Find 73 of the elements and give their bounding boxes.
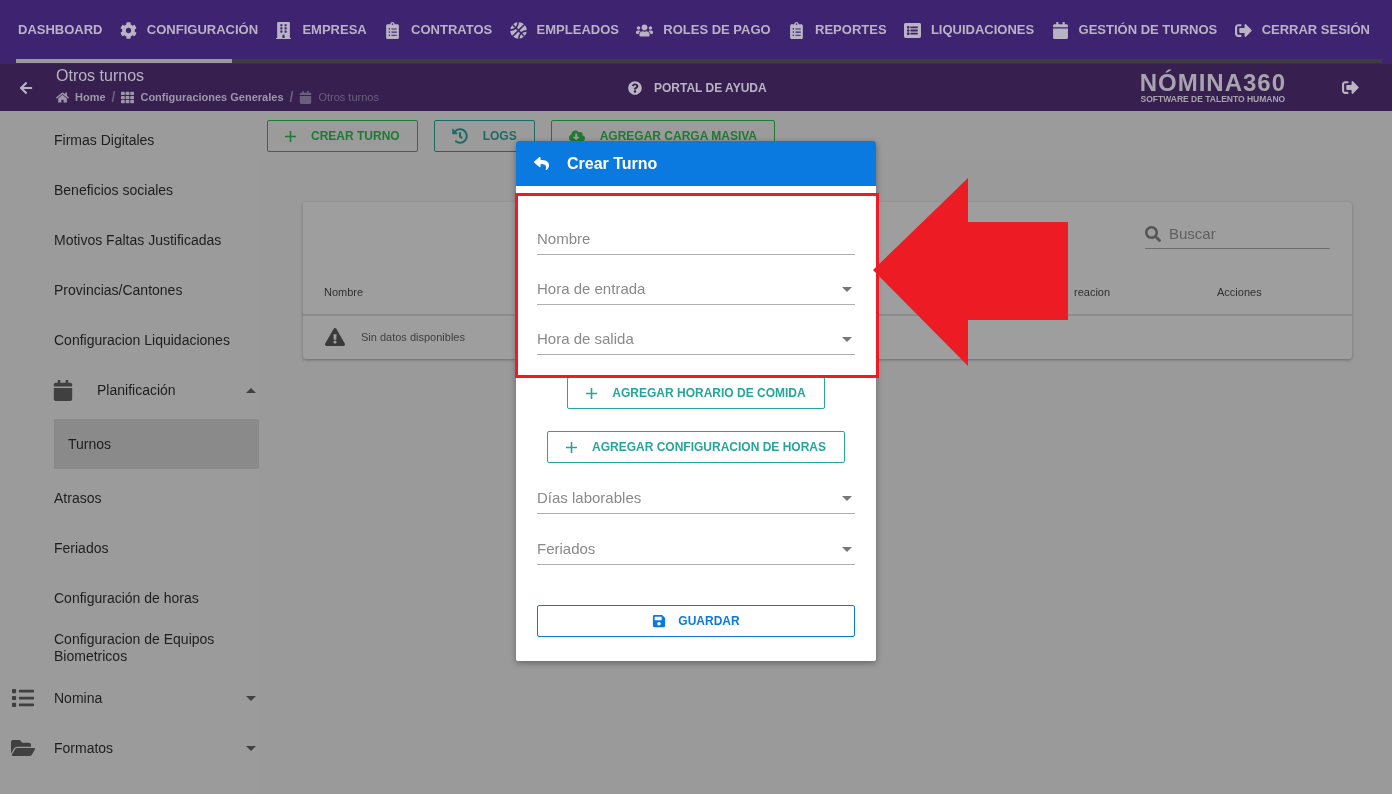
breadcrumb-separator: / xyxy=(111,88,116,107)
nav-link[interactable]: CONTRATOS xyxy=(384,20,493,40)
sidebar-item[interactable]: Turnos xyxy=(54,419,259,469)
save-button[interactable]: GUARDAR xyxy=(537,605,855,637)
sidebar-item[interactable]: Provincias/Cantones xyxy=(0,265,259,315)
page-title: Otros turnos xyxy=(56,67,146,85)
empty-message: Sin datos disponibles xyxy=(361,329,465,345)
select-field[interactable]: Feriados xyxy=(537,535,855,565)
dialog-title: Crear Turno xyxy=(567,153,658,174)
calendar-icon xyxy=(53,379,73,401)
gear-icon xyxy=(119,21,137,39)
plus-icon xyxy=(285,130,296,142)
nav-link[interactable]: CONFIGURACIÓN xyxy=(119,20,259,40)
clipboard-icon xyxy=(384,21,402,39)
sidebar-item[interactable]: Motivos Faltas Justificadas xyxy=(0,215,259,265)
nav-link[interactable]: GESTIÓN DE TURNOS xyxy=(1051,20,1218,40)
sidebar-section[interactable]: Nomina xyxy=(0,673,259,723)
nav-link[interactable]: CERRAR SESIÓN xyxy=(1234,20,1370,40)
sidebar-group[interactable]: Planificación xyxy=(0,365,259,415)
column-header: reacion xyxy=(1074,286,1111,299)
sidebar-item[interactable]: Configuracion de Equipos Biometricos xyxy=(0,623,259,673)
help-icon xyxy=(628,80,642,95)
help-link[interactable]: PORTAL DE AYUDA xyxy=(628,78,767,97)
caret-icon xyxy=(246,745,256,751)
breadcrumb-link[interactable]: Configuraciones Generales xyxy=(121,89,284,106)
sidebar-item[interactable]: Beneficios sociales xyxy=(0,165,259,215)
select-field[interactable]: Días laborables xyxy=(537,484,855,514)
sidebar-item[interactable]: Feriados xyxy=(0,523,259,573)
nav-link[interactable]: REPORTES xyxy=(788,20,887,40)
sidebar-item[interactable]: Configuración de horas xyxy=(0,573,259,623)
column-header: Acciones xyxy=(1217,286,1262,299)
nav-link[interactable]: LIQUIDACIONES xyxy=(903,20,1035,40)
sidebar-section[interactable]: Formatos xyxy=(0,723,259,773)
sidebar-item[interactable]: Configuracion Liquidaciones xyxy=(0,315,259,365)
breadcrumb-separator: / xyxy=(289,88,294,107)
logout-icon xyxy=(1234,21,1252,39)
logout-icon[interactable] xyxy=(1342,79,1360,96)
select-field[interactable]: Hora de salida xyxy=(537,325,855,355)
sidebar-item[interactable]: Atrasos xyxy=(0,473,259,523)
calendar-icon xyxy=(1051,21,1069,39)
list-icon xyxy=(903,21,921,39)
nav-link[interactable]: DASHBOARD xyxy=(18,20,103,40)
select-field[interactable]: Hora de entrada xyxy=(537,275,855,305)
home-icon xyxy=(56,91,69,104)
caret-icon xyxy=(842,337,852,342)
list-icon xyxy=(11,687,35,709)
sidebar-item[interactable]: Firmas Digitales xyxy=(0,115,259,165)
caret-icon xyxy=(842,496,852,501)
reply-icon[interactable] xyxy=(534,156,549,171)
search-icon xyxy=(1145,226,1161,242)
input-field[interactable]: Nombre xyxy=(537,225,855,255)
save-icon xyxy=(652,614,667,628)
plus-icon xyxy=(566,441,577,453)
column-header: Nombre xyxy=(324,286,364,299)
calendar-icon xyxy=(299,91,313,104)
warning-icon xyxy=(325,328,345,346)
history-icon xyxy=(451,128,468,144)
caret-icon xyxy=(842,547,852,552)
caret-icon xyxy=(842,287,852,292)
grid-icon xyxy=(121,91,135,104)
breadcrumb-link[interactable]: Home xyxy=(56,89,106,106)
building-icon xyxy=(275,21,293,39)
nav-link[interactable]: EMPLEADOS xyxy=(509,20,619,40)
cloud-download-icon xyxy=(568,128,585,144)
logo: NÓMINA360 SOFTWARE DE TALENTO HUMANO xyxy=(1139,71,1287,104)
folder-icon xyxy=(11,737,35,759)
back-icon[interactable] xyxy=(19,80,33,95)
plus-icon xyxy=(586,387,598,399)
caret-icon xyxy=(246,387,256,393)
clipboard-icon xyxy=(788,21,806,39)
nav-link[interactable]: EMPRESA xyxy=(275,20,367,40)
caret-icon xyxy=(246,695,256,701)
nav-link[interactable]: ROLES DE PAGO xyxy=(636,20,771,40)
